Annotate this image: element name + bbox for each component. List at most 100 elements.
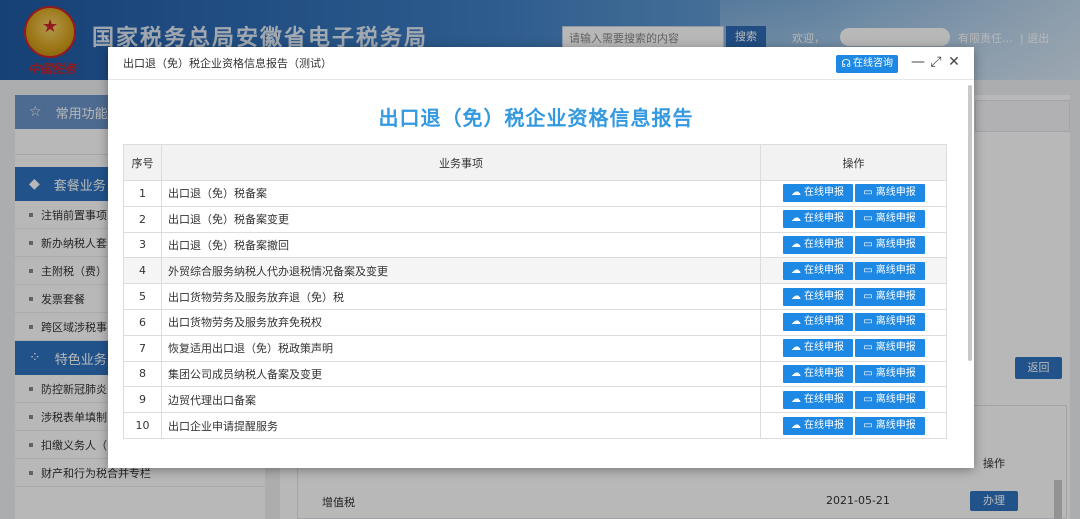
monitor-icon: ▭	[863, 367, 873, 379]
business-item: 边贸代理出口备案	[161, 386, 761, 414]
online-declare-button[interactable]: ☁ 在线申报	[782, 235, 853, 254]
report-modal: 出口退（免）税企业资格信息报告（测试） ☊ 在线咨询 — ⤢ ✕ 出口退（免）税…	[108, 47, 974, 468]
business-item: 集团公司成员纳税人备案及变更	[161, 360, 761, 388]
offline-declare-button[interactable]: ▭ 离线申报	[854, 339, 925, 358]
offline-declare-button[interactable]: ▭ 离线申报	[854, 184, 925, 203]
row-number: 1	[123, 180, 162, 207]
business-item: 出口货物劳务及服务放弃退（免）税	[161, 283, 761, 310]
cloud-icon: ☁	[791, 290, 801, 302]
modal-scrollbar[interactable]	[968, 85, 972, 361]
offline-declare-button[interactable]: ▭ 离线申报	[854, 416, 925, 435]
modal-body: 出口退（免）税企业资格信息报告 序号 业务事项 操作 1 出口退（免）税备案 ☁ 在线…	[108, 80, 964, 468]
online-declare-label: 在线申报	[804, 393, 844, 405]
table-header-row: 序号 业务事项 操作	[123, 144, 947, 181]
online-declare-button[interactable]: ☁ 在线申报	[782, 210, 853, 229]
monitor-icon: ▭	[863, 419, 873, 431]
row-number: 5	[123, 283, 162, 310]
offline-declare-label: 离线申报	[875, 264, 916, 276]
monitor-icon: ▭	[863, 264, 873, 276]
online-declare-button[interactable]: ☁ 在线申报	[782, 390, 853, 409]
maximize-icon[interactable]: ⤢	[928, 54, 944, 70]
online-declare-button[interactable]: ☁ 在线申报	[782, 287, 853, 306]
row-number: 2	[123, 205, 162, 233]
online-declare-label: 在线申报	[804, 367, 844, 379]
offline-declare-label: 离线申报	[875, 393, 916, 405]
business-item: 出口退（免）税备案变更	[161, 205, 761, 233]
cloud-icon: ☁	[791, 264, 801, 276]
business-item: 出口退（免）税备案	[161, 180, 761, 207]
row-number: 4	[123, 257, 162, 285]
modal-titlebar: 出口退（免）税企业资格信息报告（测试） ☊ 在线咨询 — ⤢ ✕	[108, 47, 974, 80]
row-operations: ☁ 在线申报 ▭ 离线申报	[760, 231, 947, 259]
row-number: 10	[123, 412, 162, 439]
modal-window-title: 出口退（免）税企业资格信息报告（测试）	[123, 57, 332, 70]
report-table-body: 1 出口退（免）税备案 ☁ 在线申报 ▭ 离线申报 2 出口退（免）税备案变更 ☁ 在线申报 ▭ 离线…	[123, 180, 947, 439]
online-consult-button[interactable]: ☊ 在线咨询	[836, 55, 898, 73]
business-item: 出口货物劳务及服务放弃免税权	[161, 308, 761, 336]
row-number: 8	[123, 360, 162, 388]
table-row: 10 出口企业申请提醒服务 ☁ 在线申报 ▭ 离线申报	[123, 412, 947, 439]
table-row: 8 集团公司成员纳税人备案及变更 ☁ 在线申报 ▭ 离线申报	[123, 360, 947, 388]
cloud-icon: ☁	[791, 213, 801, 225]
row-operations: ☁ 在线申报 ▭ 离线申报	[760, 386, 947, 414]
online-declare-button[interactable]: ☁ 在线申报	[782, 313, 853, 332]
offline-declare-label: 离线申报	[875, 419, 916, 431]
online-declare-label: 在线申报	[804, 290, 844, 302]
row-operations: ☁ 在线申报 ▭ 离线申报	[760, 412, 947, 439]
online-declare-label: 在线申报	[804, 187, 844, 199]
business-item: 外贸综合服务纳税人代办退税情况备案及变更	[161, 257, 761, 285]
cloud-icon: ☁	[791, 187, 801, 199]
table-row: 9 边贸代理出口备案 ☁ 在线申报 ▭ 离线申报	[123, 386, 947, 414]
monitor-icon: ▭	[863, 238, 873, 250]
row-operations: ☁ 在线申报 ▭ 离线申报	[760, 308, 947, 336]
table-row: 1 出口退（免）税备案 ☁ 在线申报 ▭ 离线申报	[123, 180, 947, 207]
offline-declare-button[interactable]: ▭ 离线申报	[854, 364, 925, 383]
business-item: 恢复适用出口退（免）税政策声明	[161, 334, 761, 362]
cloud-icon: ☁	[791, 367, 801, 379]
row-operations: ☁ 在线申报 ▭ 离线申报	[760, 334, 947, 362]
table-row: 3 出口退（免）税备案撤回 ☁ 在线申报 ▭ 离线申报	[123, 231, 947, 259]
row-operations: ☁ 在线申报 ▭ 离线申报	[760, 205, 947, 233]
offline-declare-label: 离线申报	[875, 187, 916, 199]
minimize-icon[interactable]: —	[910, 54, 926, 70]
offline-declare-button[interactable]: ▭ 离线申报	[854, 390, 925, 409]
report-title: 出口退（免）税企业资格信息报告	[378, 106, 694, 130]
offline-declare-label: 离线申报	[875, 213, 916, 225]
row-number: 6	[123, 308, 162, 336]
monitor-icon: ▭	[863, 316, 873, 328]
offline-declare-button[interactable]: ▭ 离线申报	[854, 210, 925, 229]
offline-declare-label: 离线申报	[875, 316, 916, 328]
offline-declare-button[interactable]: ▭ 离线申报	[854, 313, 925, 332]
offline-declare-button[interactable]: ▭ 离线申报	[854, 261, 925, 280]
offline-declare-button[interactable]: ▭ 离线申报	[854, 235, 925, 254]
cloud-icon: ☁	[791, 419, 801, 431]
monitor-icon: ▭	[863, 393, 873, 405]
online-declare-button[interactable]: ☁ 在线申报	[782, 261, 853, 280]
online-declare-label: 在线申报	[804, 419, 844, 431]
monitor-icon: ▭	[863, 290, 873, 302]
table-row: 5 出口货物劳务及服务放弃退（免）税 ☁ 在线申报 ▭ 离线申报	[123, 283, 947, 310]
online-declare-button[interactable]: ☁ 在线申报	[782, 416, 853, 435]
offline-declare-label: 离线申报	[875, 367, 916, 379]
monitor-icon: ▭	[863, 342, 873, 354]
cloud-icon: ☁	[791, 238, 801, 250]
report-table: 序号 业务事项 操作 1 出口退（免）税备案 ☁ 在线申报 ▭ 离线申报 2 出口退（免）税备…	[123, 144, 947, 439]
online-declare-button[interactable]: ☁ 在线申报	[782, 364, 853, 383]
table-row: 2 出口退（免）税备案变更 ☁ 在线申报 ▭ 离线申报	[123, 205, 947, 233]
cloud-icon: ☁	[791, 316, 801, 328]
close-icon[interactable]: ✕	[946, 54, 962, 70]
online-declare-button[interactable]: ☁ 在线申报	[782, 339, 853, 358]
monitor-icon: ▭	[863, 187, 873, 199]
offline-declare-label: 离线申报	[875, 342, 916, 354]
row-operations: ☁ 在线申报 ▭ 离线申报	[760, 180, 947, 207]
offline-declare-button[interactable]: ▭ 离线申报	[854, 287, 925, 306]
row-number: 7	[123, 334, 162, 362]
table-row: 6 出口货物劳务及服务放弃免税权 ☁ 在线申报 ▭ 离线申报	[123, 308, 947, 336]
column-header-no: 序号	[123, 144, 162, 181]
row-number: 3	[123, 231, 162, 259]
online-declare-button[interactable]: ☁ 在线申报	[782, 184, 853, 203]
cloud-icon: ☁	[791, 393, 801, 405]
online-declare-label: 在线申报	[804, 213, 844, 225]
online-declare-label: 在线申报	[804, 316, 844, 328]
row-operations: ☁ 在线申报 ▭ 离线申报	[760, 360, 947, 388]
